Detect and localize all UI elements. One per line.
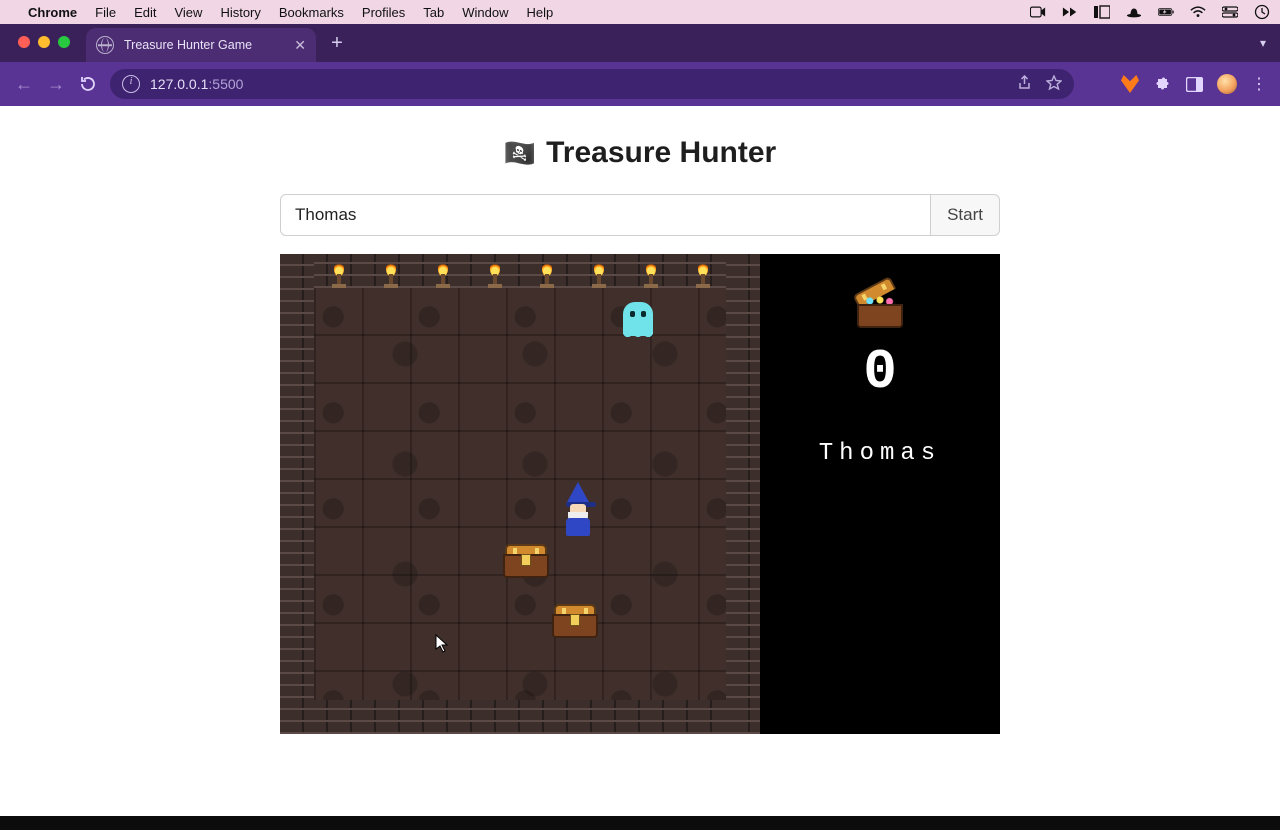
chrome-menu-icon[interactable]: ⋮ — [1251, 74, 1266, 94]
chrome-toolbar: ← → 127.0.0.1:5500 ⋮ — [0, 62, 1280, 106]
fast-forward-icon[interactable] — [1062, 5, 1078, 19]
extension-metamask-icon[interactable] — [1121, 75, 1139, 93]
start-button[interactable]: Start — [931, 194, 1000, 236]
window-close-icon[interactable] — [18, 36, 30, 48]
treasure-chest[interactable] — [552, 604, 598, 638]
tabs-overflow-icon[interactable]: ▾ — [1260, 36, 1266, 50]
dungeon-floor — [314, 288, 726, 700]
menu-history[interactable]: History — [220, 5, 260, 20]
page-body: 🏴‍☠️ Treasure Hunter Start — [0, 106, 1280, 816]
window-traffic-lights[interactable] — [18, 36, 70, 48]
dungeon-board[interactable] — [280, 254, 760, 734]
dungeon-wall-right — [726, 254, 760, 734]
bookmark-star-icon[interactable] — [1046, 75, 1062, 94]
game-canvas-area[interactable]: 0 Thomas — [280, 254, 1000, 734]
pirate-flag-icon: 🏴‍☠️ — [504, 138, 536, 169]
extensions-puzzle-icon[interactable] — [1153, 75, 1171, 93]
enemy-ghost — [623, 302, 653, 336]
menu-profiles[interactable]: Profiles — [362, 5, 405, 20]
window-minimize-icon[interactable] — [38, 36, 50, 48]
share-icon[interactable] — [1017, 75, 1032, 94]
hud-score: 0 — [863, 344, 897, 400]
menu-file[interactable]: File — [95, 5, 116, 20]
site-info-icon[interactable] — [122, 75, 140, 93]
dungeon-wall-left — [280, 254, 314, 734]
treasure-chest[interactable] — [503, 544, 549, 578]
forward-button[interactable]: → — [46, 74, 66, 95]
game-hud: 0 Thomas — [760, 254, 1000, 734]
dungeon-wall-top — [280, 254, 760, 288]
omnibox-actions — [1017, 75, 1062, 94]
hud-treasure-icon — [857, 294, 903, 328]
tab-title: Treasure Hunter Game — [124, 38, 252, 52]
macos-menubar: Chrome File Edit View History Bookmarks … — [0, 0, 1280, 24]
player-name-input[interactable] — [280, 194, 931, 236]
tab-close-icon[interactable]: ✕ — [294, 37, 306, 54]
player-wizard[interactable] — [558, 482, 598, 536]
menu-bookmarks[interactable]: Bookmarks — [279, 5, 344, 20]
address-bar[interactable]: 127.0.0.1:5500 — [110, 69, 1074, 99]
profile-avatar[interactable] — [1217, 74, 1237, 94]
battery-icon[interactable] — [1158, 5, 1174, 19]
chrome-tab-strip: Treasure Hunter Game ✕ + ▾ — [0, 24, 1280, 62]
menu-window[interactable]: Window — [462, 5, 508, 20]
menu-tab[interactable]: Tab — [423, 5, 444, 20]
back-button[interactable]: ← — [14, 74, 34, 95]
clock-icon[interactable] — [1254, 5, 1270, 19]
page-title: 🏴‍☠️ Treasure Hunter — [504, 136, 776, 170]
side-panel-icon[interactable] — [1185, 75, 1203, 93]
game-controls: Start — [280, 194, 1000, 236]
menubar-app-name[interactable]: Chrome — [28, 5, 77, 20]
new-tab-button[interactable]: + — [322, 32, 352, 55]
page-footer-strip — [0, 816, 1280, 830]
reload-button[interactable] — [78, 75, 98, 93]
menu-help[interactable]: Help — [527, 5, 554, 20]
globe-favicon-icon — [96, 36, 114, 54]
browser-tab[interactable]: Treasure Hunter Game ✕ — [86, 28, 316, 62]
menu-view[interactable]: View — [174, 5, 202, 20]
wifi-icon[interactable] — [1190, 5, 1206, 19]
url-text: 127.0.0.1:5500 — [150, 76, 243, 92]
hud-player-name: Thomas — [819, 440, 941, 467]
dungeon-wall-bottom — [280, 700, 760, 734]
window-zoom-icon[interactable] — [58, 36, 70, 48]
hat-icon[interactable] — [1126, 5, 1142, 19]
stage-manager-icon[interactable] — [1094, 5, 1110, 19]
control-center-icon[interactable] — [1222, 5, 1238, 19]
screen-record-icon[interactable] — [1030, 5, 1046, 19]
menu-edit[interactable]: Edit — [134, 5, 156, 20]
